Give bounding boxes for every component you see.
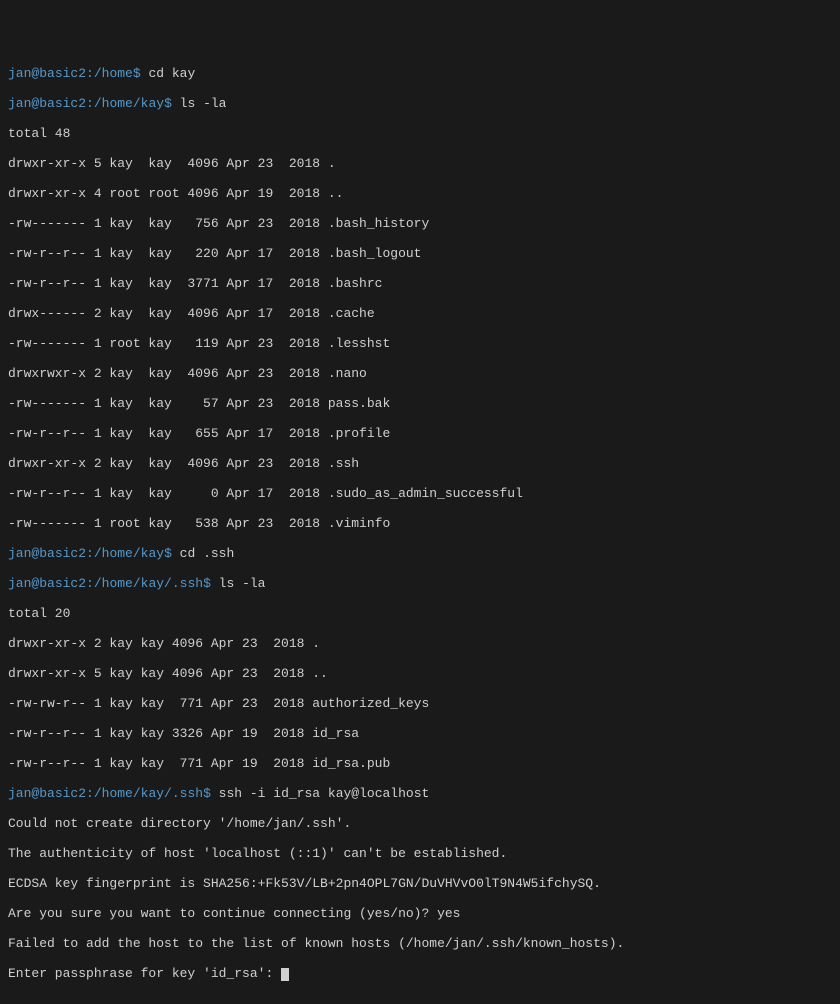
ls-total: total 48 (8, 126, 832, 141)
list-item: -rw-r--r-- 1 kay kay 220 Apr 17 2018 .ba… (8, 246, 832, 261)
list-item: drwxrwxr-x 2 kay kay 4096 Apr 23 2018 .n… (8, 366, 832, 381)
command-input[interactable]: cd .ssh (180, 546, 235, 561)
prompt-path: /home/kay (94, 546, 164, 561)
prompt-line: jan@basic2:/home/kay/.ssh$ ssh -i id_rsa… (8, 786, 832, 801)
prompt-path: /home (94, 66, 133, 81)
list-item: -rw------- 1 root kay 538 Apr 23 2018 .v… (8, 516, 832, 531)
prompt-host: basic2 (39, 546, 86, 561)
ssh-confirm-prompt[interactable]: Are you sure you want to continue connec… (8, 906, 832, 921)
list-item: -rw------- 1 root kay 119 Apr 23 2018 .l… (8, 336, 832, 351)
prompt-user: jan (8, 96, 31, 111)
command-input[interactable]: cd kay (148, 66, 195, 81)
prompt-user: jan (8, 786, 31, 801)
ssh-output: Failed to add the host to the list of kn… (8, 936, 832, 951)
list-item: -rw------- 1 kay kay 57 Apr 23 2018 pass… (8, 396, 832, 411)
list-item: -rw-r--r-- 1 kay kay 3771 Apr 17 2018 .b… (8, 276, 832, 291)
prompt-line: jan@basic2:/home/kay$ ls -la (8, 96, 832, 111)
prompt-path: /home/kay/.ssh (94, 576, 203, 591)
ls-total: total 20 (8, 606, 832, 621)
prompt-dollar: $ (133, 66, 149, 81)
list-item: -rw-r--r-- 1 kay kay 3326 Apr 19 2018 id… (8, 726, 832, 741)
prompt-host: basic2 (39, 96, 86, 111)
command-input[interactable]: ssh -i id_rsa kay@localhost (219, 786, 430, 801)
prompt-user: jan (8, 66, 31, 81)
prompt-colon: : (86, 66, 94, 81)
prompt-user: jan (8, 546, 31, 561)
ssh-output: Could not create directory '/home/jan/.s… (8, 816, 832, 831)
command-input[interactable]: ls -la (219, 576, 266, 591)
prompt-line: jan@basic2:/home/kay/.ssh$ ls -la (8, 576, 832, 591)
list-item: -rw-r--r-- 1 kay kay 771 Apr 19 2018 id_… (8, 756, 832, 771)
prompt-path: /home/kay (94, 96, 164, 111)
list-item: drwxr-xr-x 5 kay kay 4096 Apr 23 2018 .. (8, 666, 832, 681)
list-item: drwxr-xr-x 2 kay kay 4096 Apr 23 2018 . (8, 636, 832, 651)
list-item: -rw-r--r-- 1 kay kay 655 Apr 17 2018 .pr… (8, 426, 832, 441)
ssh-output: The authenticity of host 'localhost (::1… (8, 846, 832, 861)
list-item: -rw------- 1 kay kay 756 Apr 23 2018 .ba… (8, 216, 832, 231)
prompt-host: basic2 (39, 66, 86, 81)
list-item: drwxr-xr-x 2 kay kay 4096 Apr 23 2018 .s… (8, 456, 832, 471)
prompt-user: jan (8, 576, 31, 591)
list-item: drwxr-xr-x 4 root root 4096 Apr 19 2018 … (8, 186, 832, 201)
list-item: drwxr-xr-x 5 kay kay 4096 Apr 23 2018 . (8, 156, 832, 171)
list-item: -rw-r--r-- 1 kay kay 0 Apr 17 2018 .sudo… (8, 486, 832, 501)
list-item: -rw-rw-r-- 1 kay kay 771 Apr 23 2018 aut… (8, 696, 832, 711)
cursor-icon (281, 968, 289, 981)
command-input[interactable]: ls -la (180, 96, 227, 111)
prompt-host: basic2 (39, 786, 86, 801)
prompt-host: basic2 (39, 576, 86, 591)
list-item: drwx------ 2 kay kay 4096 Apr 17 2018 .c… (8, 306, 832, 321)
passphrase-label: Enter passphrase for key 'id_rsa': (8, 966, 281, 981)
prompt-line: jan@basic2:/home$ cd kay (8, 66, 832, 81)
passphrase-prompt[interactable]: Enter passphrase for key 'id_rsa': (8, 966, 832, 981)
prompt-path: /home/kay/.ssh (94, 786, 203, 801)
prompt-line: jan@basic2:/home/kay$ cd .ssh (8, 546, 832, 561)
ssh-output: ECDSA key fingerprint is SHA256:+Fk53V/L… (8, 876, 832, 891)
